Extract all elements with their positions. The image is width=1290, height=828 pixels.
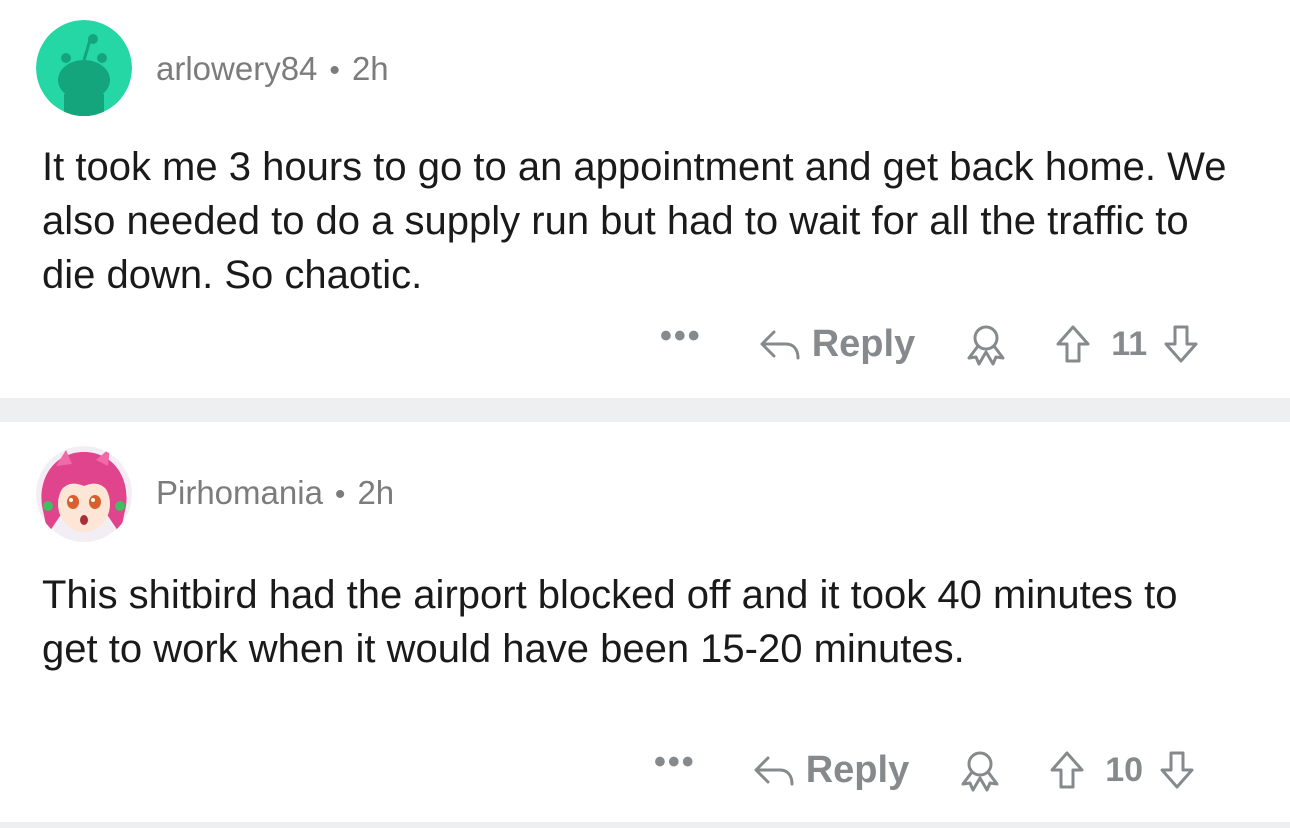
more-options-button[interactable]: ••• <box>654 743 696 782</box>
reply-button[interactable]: Reply <box>752 749 909 792</box>
reply-label: Reply <box>811 322 916 365</box>
upvote-button[interactable] <box>1049 750 1085 790</box>
downvote-button[interactable] <box>1159 750 1195 790</box>
comment-actions: ••• Reply 11 <box>660 317 1199 368</box>
vote-score: 11 <box>1111 324 1148 363</box>
vote-score: 10 <box>1105 750 1144 789</box>
upvote-button[interactable] <box>1055 324 1091 364</box>
downvote-button[interactable] <box>1163 324 1199 364</box>
avatar[interactable] <box>36 20 132 116</box>
comment-meta: Pirhomania • 2h <box>156 474 394 512</box>
username[interactable]: Pirhomania <box>156 474 323 511</box>
avatar[interactable] <box>36 446 132 542</box>
comment-divider <box>0 822 1290 828</box>
award-button[interactable] <box>957 748 1003 792</box>
downvote-arrow-icon <box>1160 751 1194 789</box>
timestamp: 2h <box>357 474 395 511</box>
reply-arrow-icon <box>760 330 800 360</box>
upvote-arrow-icon <box>1050 751 1084 789</box>
comment: Pirhomania • 2h This shitbird had the airp… <box>0 422 1290 822</box>
award-icon <box>961 751 999 792</box>
snoo-avatar-icon <box>36 20 132 116</box>
reply-label: Reply <box>805 748 910 791</box>
upvote-arrow-icon <box>1056 325 1090 363</box>
meta-separator: • <box>334 478 346 511</box>
comment-divider <box>0 398 1290 422</box>
username[interactable]: arlowery84 <box>156 50 317 87</box>
meta-separator: • <box>329 54 340 87</box>
anime-character-avatar-icon <box>36 446 132 542</box>
downvote-arrow-icon <box>1164 325 1198 363</box>
timestamp: 2h <box>351 50 389 87</box>
comment-body: It took me 3 hours to go to an appointme… <box>42 145 1227 297</box>
reply-arrow-icon <box>754 756 794 786</box>
award-icon <box>967 325 1005 366</box>
more-options-button[interactable]: ••• <box>660 317 702 356</box>
comment: arlowery84 • 2h It took me 3 hours to go t… <box>0 0 1290 398</box>
award-button[interactable] <box>963 322 1009 366</box>
comment-meta: arlowery84 • 2h <box>156 50 389 88</box>
reply-button[interactable]: Reply <box>758 323 915 366</box>
comment-actions: ••• Reply 10 <box>654 743 1195 794</box>
comment-body: This shitbird had the airport blocked of… <box>42 573 1178 671</box>
